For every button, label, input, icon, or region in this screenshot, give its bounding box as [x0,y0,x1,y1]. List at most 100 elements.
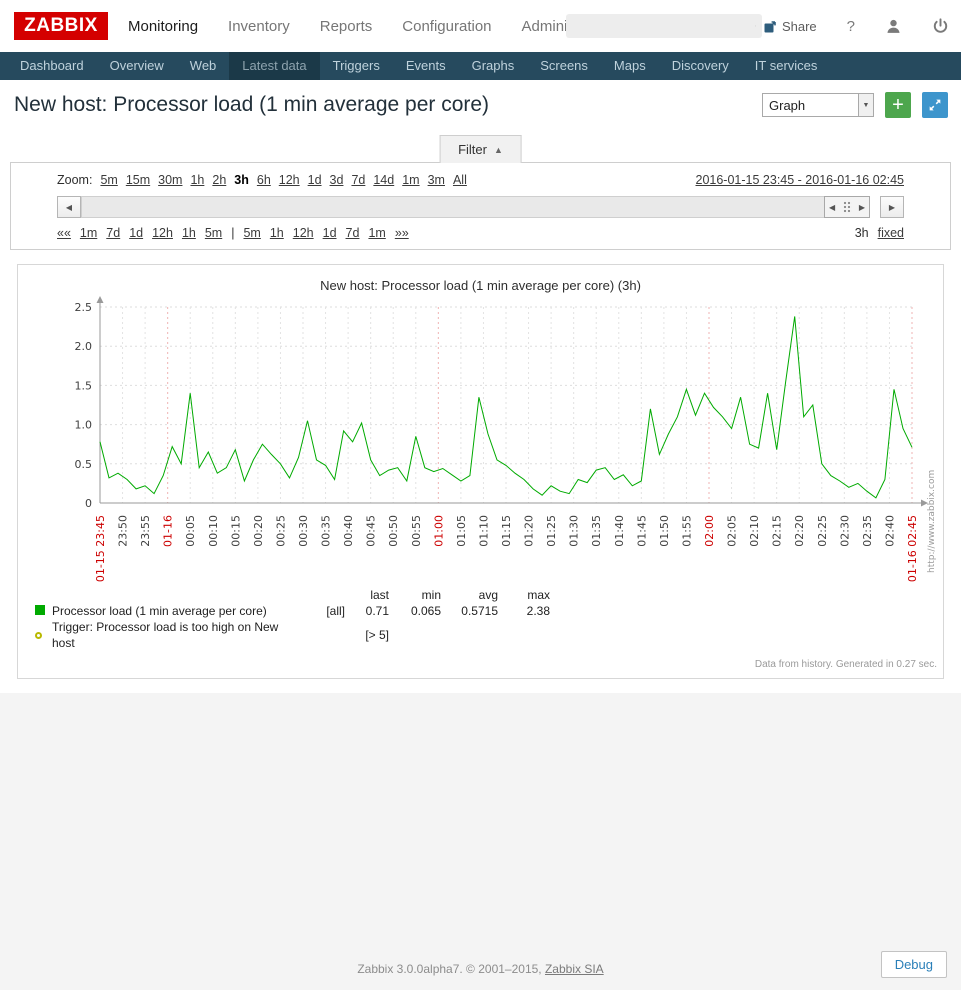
x-tick-label: 01:30 [568,515,581,547]
x-tick-label: 01:25 [545,515,558,547]
page-title: New host: Processor load (1 min average … [14,93,762,117]
filter-tab-label: Filter [458,142,487,157]
zoom-all-link[interactable]: All [453,173,467,187]
x-tick-label: 01:40 [613,515,626,547]
zoom-3h-link[interactable]: 3h [234,173,249,187]
x-tick-label: 01:05 [455,515,468,547]
chevron-down-icon[interactable]: ▼ [858,94,873,116]
y-tick-label: 2.0 [75,340,93,353]
y-tick-label: 0.5 [75,458,93,471]
slider-right-arrow-icon[interactable]: ▶ [859,203,865,212]
subnav-item-latest-data[interactable]: Latest data [229,52,319,80]
zoom-links: 5m 15m 30m 1h 2h 3h 6h 12h 1d 3d 7d 14d 1m 3m All [92,173,466,187]
add-to-favourites-button[interactable]: + [885,92,911,118]
legend-value: 0.5715 [441,603,498,619]
subnav-item-it-services[interactable]: IT services [742,52,831,80]
fullscreen-button[interactable] [922,92,948,118]
scroll-left-button[interactable]: ◀ [57,196,81,218]
nav-reports[interactable]: Reports [318,14,375,39]
subnav-item-dashboard[interactable]: Dashboard [7,52,97,80]
subnav-item-screens[interactable]: Screens [527,52,601,80]
debug-button[interactable]: Debug [881,951,947,978]
shift-forward-12h-link[interactable]: 12h [293,226,314,240]
shift-forward-1h-link[interactable]: 1h [270,226,284,240]
subnav-item-discovery[interactable]: Discovery [659,52,742,80]
y-axis-arrow [97,296,104,303]
page-forward-link[interactable]: »» [395,226,409,240]
content-area: New host: Processor load (1 min average … [0,80,961,693]
shift-forward-5m-link[interactable]: 5m [243,226,260,240]
chart-title: New host: Processor load (1 min average … [18,278,943,293]
subnav-item-graphs[interactable]: Graphs [459,52,528,80]
zoom-30m-link[interactable]: 30m [158,173,182,187]
zoom-3d-link[interactable]: 3d [330,173,344,187]
shift-back-7d-link[interactable]: 7d [106,226,120,240]
date-range-link[interactable]: 2016-01-15 23:45 - 2016-01-16 02:45 [696,173,905,187]
y-tick-label: 1.5 [75,379,93,392]
fullscreen-icon [927,97,943,113]
nav-monitoring[interactable]: Monitoring [126,14,200,39]
x-tick-label: 00:25 [274,515,287,547]
nav-configuration[interactable]: Configuration [400,14,493,39]
zoom-2h-link[interactable]: 2h [212,173,226,187]
zoom-7d-link[interactable]: 7d [351,173,365,187]
x-tick-label: 00:30 [297,515,310,547]
nav-separator: | [231,226,234,240]
shift-back-5m-link[interactable]: 5m [205,226,222,240]
subnav-item-web[interactable]: Web [177,52,230,80]
nav-inventory[interactable]: Inventory [226,14,292,39]
zoom-1d-link[interactable]: 1d [308,173,322,187]
zoom-14d-link[interactable]: 14d [373,173,394,187]
x-tick-label: 01:00 [432,515,445,547]
shift-forward-1m-link[interactable]: 1m [368,226,385,240]
zoom-6h-link[interactable]: 6h [257,173,271,187]
help-button[interactable]: ? [847,18,855,35]
logout-icon[interactable] [932,18,949,35]
subnav-item-triggers[interactable]: Triggers [320,52,393,80]
filter-panel: Zoom:5m15m30m1h2h3h6h12h1d3d7d14d1m3mAll… [10,162,951,250]
graph-footnote: Data from history. Generated in 0.27 sec… [18,659,937,670]
shift-back-1h-link[interactable]: 1h [182,226,196,240]
shift-back-1d-link[interactable]: 1d [129,226,143,240]
subnav-item-maps[interactable]: Maps [601,52,659,80]
x-tick-label: 00:15 [229,515,242,547]
x-tick-label: 02:10 [748,515,761,547]
zoom-5m-link[interactable]: 5m [100,173,117,187]
shift-back-1m-link[interactable]: 1m [80,226,97,240]
search-icon[interactable] [755,18,756,34]
scroll-track[interactable]: ◀ ▶ [81,196,870,218]
legend-circle-marker [35,632,42,639]
slider-left-arrow-icon[interactable]: ◀ [829,203,835,212]
legend-square-marker [35,605,45,615]
zabbix-logo[interactable]: ZABBIX [14,12,108,40]
shift-back-12h-link[interactable]: 12h [152,226,173,240]
fixed-link[interactable]: fixed [878,226,904,240]
share-button[interactable]: Share [764,19,817,34]
shift-forward-7d-link[interactable]: 7d [346,226,360,240]
zoom-row: Zoom:5m15m30m1h2h3h6h12h1d3d7d14d1m3mAll… [57,173,904,187]
subnav-item-events[interactable]: Events [393,52,459,80]
subnav-item-overview[interactable]: Overview [97,52,177,80]
search-input[interactable] [566,14,755,38]
zoom-12h-link[interactable]: 12h [279,173,300,187]
profile-icon[interactable] [885,18,902,35]
slider-grip[interactable] [843,201,852,213]
footer-link[interactable]: Zabbix SIA [545,962,604,976]
x-tick-label: 00:50 [387,515,400,547]
view-select[interactable]: Graph ▼ [762,93,874,117]
zoom-1h-link[interactable]: 1h [190,173,204,187]
x-tick-label: 02:40 [883,515,896,547]
processor-load-graph[interactable]: 00.51.01.52.02.501-15 23:4523:5023:5501-… [18,295,943,585]
zoom-1m-link[interactable]: 1m [402,173,419,187]
zoom-3m-link[interactable]: 3m [428,173,445,187]
page-back-link[interactable]: «« [57,226,71,240]
scroll-right-button[interactable]: ▶ [880,196,904,218]
scroll-slider[interactable]: ◀ ▶ [824,196,870,218]
legend-value: 0.065 [389,603,441,619]
legend-col-max: max [498,587,550,603]
filter-tab[interactable]: Filter ▲ [439,135,522,163]
zoom-15m-link[interactable]: 15m [126,173,150,187]
collapse-arrow-icon: ▲ [494,145,503,155]
shift-forward-1d-link[interactable]: 1d [323,226,337,240]
x-tick-label: 01:50 [658,515,671,547]
